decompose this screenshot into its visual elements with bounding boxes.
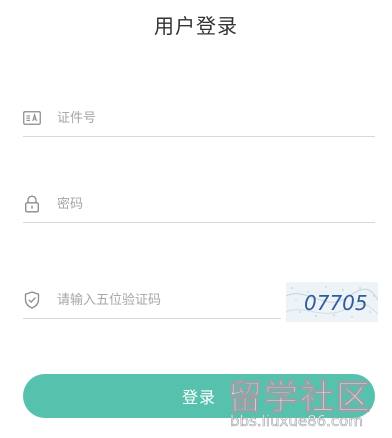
captcha-input[interactable] <box>57 290 281 310</box>
page-title: 用户登录 <box>154 14 238 38</box>
login-button[interactable]: 登录 <box>23 374 375 418</box>
login-page: 用户登录 证件号 请输入五位验证码 07705 登录 留学社区 bbs.liux… <box>0 0 392 438</box>
password-field[interactable] <box>23 186 375 223</box>
captcha-image[interactable]: 07705 <box>286 282 378 322</box>
password-input[interactable] <box>57 194 375 214</box>
shield-check-icon <box>23 291 41 309</box>
id-card-icon <box>23 109 41 127</box>
id-number-input[interactable] <box>57 108 375 128</box>
captcha-code-text: 07705 <box>304 291 368 315</box>
lock-icon <box>23 195 41 213</box>
id-number-field[interactable] <box>23 100 375 137</box>
captcha-field[interactable] <box>23 282 281 319</box>
